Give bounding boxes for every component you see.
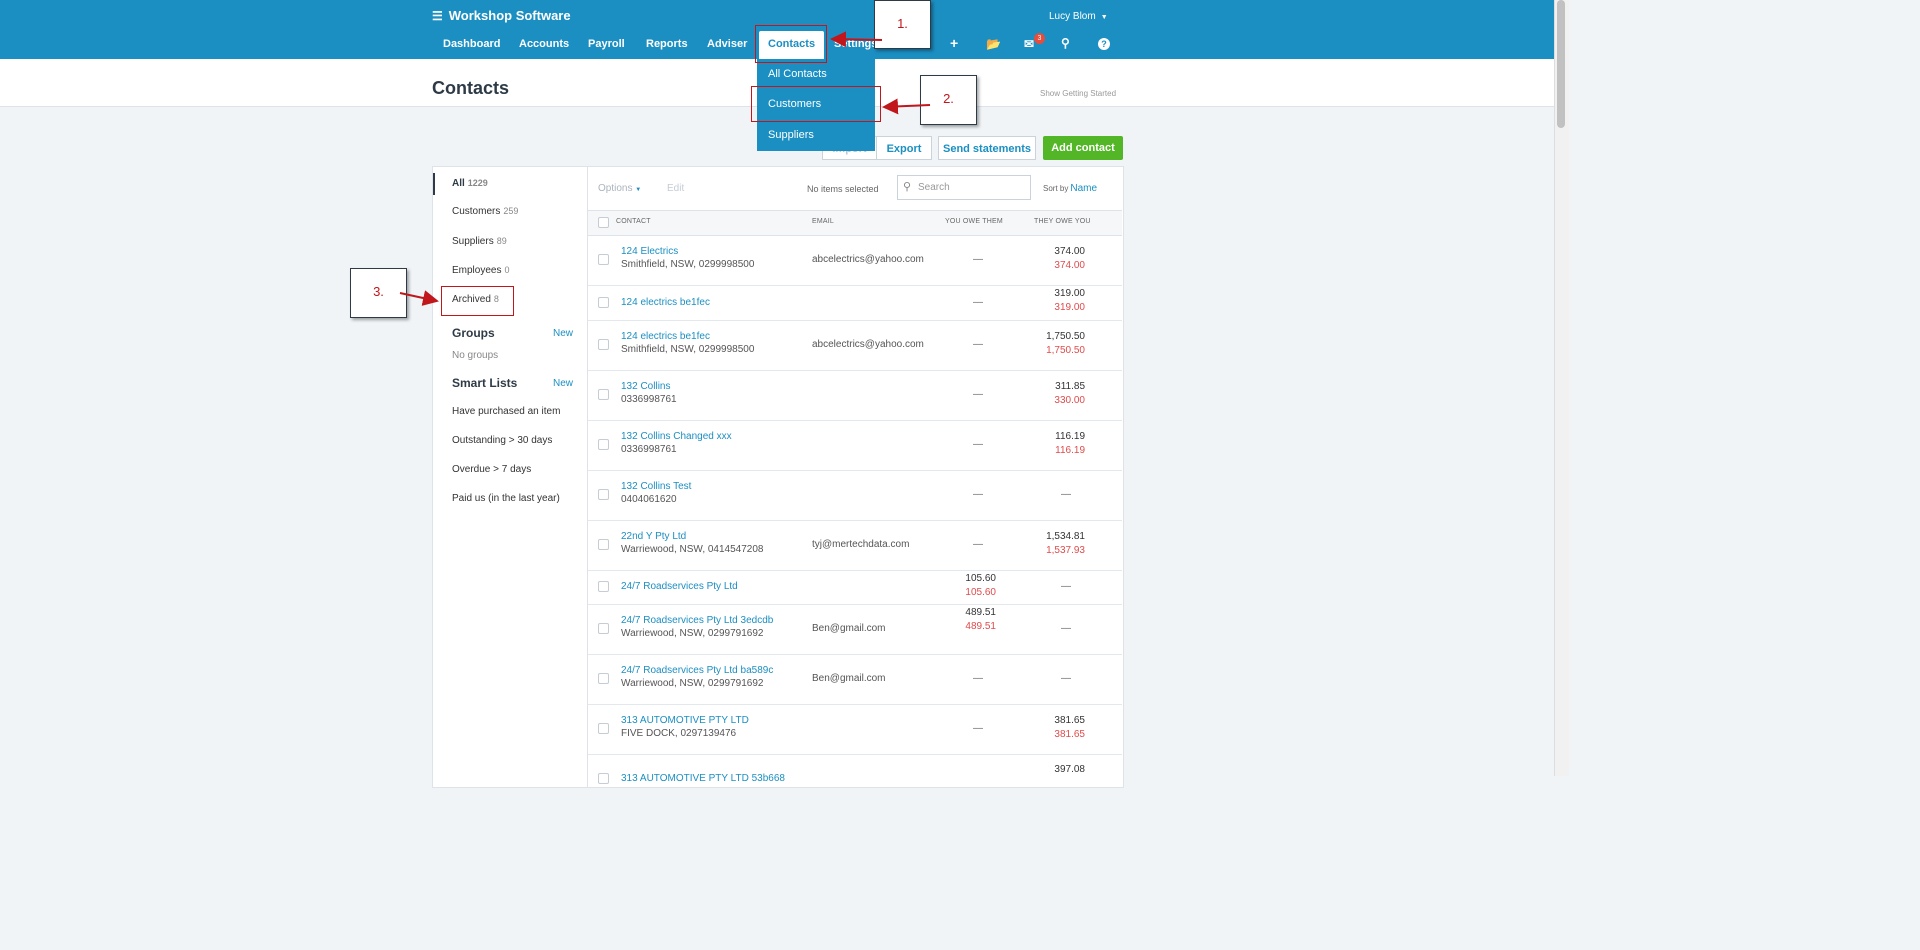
arrow-to-contacts <box>830 31 883 48</box>
scrollbar-thumb[interactable] <box>1557 0 1565 128</box>
arrow-to-archived <box>399 290 439 306</box>
annotation-arrows <box>399 31 931 306</box>
arrow-to-customers <box>882 98 931 115</box>
